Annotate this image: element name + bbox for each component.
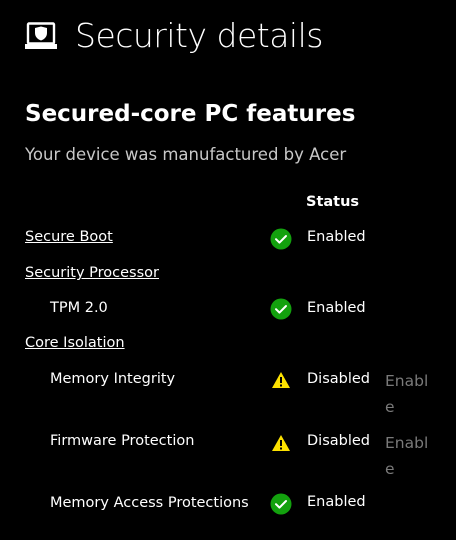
section-subtitle: Your device was manufactured by Acer (25, 145, 347, 164)
warning-icon (272, 372, 290, 388)
page-header: Security details (25, 14, 323, 58)
firmware-protection-enable-button[interactable]: Enable (385, 430, 429, 482)
memory-integrity-status: Disabled (307, 371, 370, 387)
check-circle-icon (270, 228, 292, 250)
secure-boot-status: Enabled (307, 229, 366, 245)
firmware-protection-status: Disabled (307, 433, 370, 449)
memory-access-protections-status: Enabled (307, 494, 366, 510)
memory-integrity-enable-button[interactable]: Enable (385, 368, 429, 420)
warning-icon (272, 435, 290, 451)
memory-access-protections-label: Memory Access Protections (50, 495, 249, 511)
tpm-status: Enabled (307, 300, 366, 316)
security-processor-link[interactable]: Security Processor (25, 265, 159, 281)
section-title: Secured-core PC features (25, 101, 356, 127)
core-isolation-link[interactable]: Core Isolation (25, 335, 125, 351)
memory-integrity-label: Memory Integrity (50, 371, 176, 387)
laptop-shield-icon (25, 22, 57, 49)
firmware-protection-label: Firmware Protection (50, 433, 195, 449)
page-title: Security details (75, 16, 323, 55)
secure-boot-link[interactable]: Secure Boot (25, 229, 113, 245)
tpm-label: TPM 2.0 (50, 300, 108, 316)
check-circle-icon (270, 493, 292, 515)
status-column-header: Status (306, 194, 360, 210)
check-circle-icon (270, 298, 292, 320)
